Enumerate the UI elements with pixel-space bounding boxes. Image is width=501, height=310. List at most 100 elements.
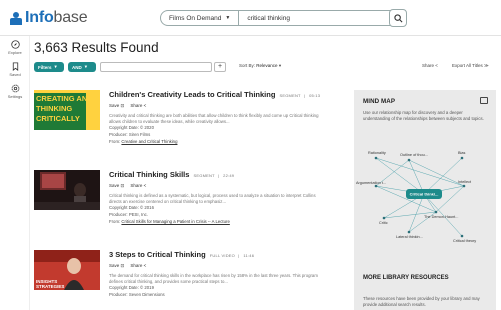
result-type: FULL VIDEO [209, 253, 235, 258]
rail-item-saved[interactable]: Saved [0, 62, 30, 77]
result-thumbnail[interactable] [34, 170, 100, 210]
logo-light: base [53, 9, 88, 26]
share-button[interactable]: Share < [130, 103, 146, 109]
share-label: Share [130, 103, 143, 108]
share-icon: < [143, 263, 147, 268]
result-item: INSIGHTS STRATEGIES 3 Steps to Critical … [34, 250, 319, 310]
result-from: From: Critical Skills for Managing a Pat… [109, 219, 319, 226]
save-button[interactable]: Save ⊡ [109, 103, 124, 109]
result-info: Critical Thinking Skills SEGMENT | 22:49… [109, 170, 319, 225]
results-count-title: 3,663 Results Found [34, 40, 159, 55]
thumbnail-graphic: CREATING AN THINKING CRITICALLY [34, 90, 100, 130]
mind-map-node[interactable]: Critical theory [453, 239, 476, 243]
left-rail: Explore Saved Settings [0, 36, 30, 310]
sort-by-select[interactable]: Sort By: Relevance ▾ [239, 63, 281, 69]
from-label: From: [109, 138, 121, 144]
search-input[interactable] [239, 11, 404, 25]
result-info: Children's Creativity Leads to Critical … [109, 90, 321, 145]
filter-bar: Filters ▾ AND ▾ + Sort By: Relevance ▾ Sha… [34, 62, 501, 74]
sort-value: Relevance [256, 63, 278, 68]
mind-map-description: Use our relationship map for discovery a… [363, 110, 484, 121]
mind-map-center-label: Critical thinki... [410, 192, 439, 197]
result-duration: 11:46 [243, 253, 255, 258]
filter-input[interactable] [100, 62, 212, 72]
result-info: 3 Steps to Critical Thinking FULL VIDEO … [109, 250, 319, 299]
save-button[interactable]: Save ⊡ [109, 263, 124, 269]
mind-map-node[interactable]: Intellect [458, 180, 472, 184]
result-item: CREATING AN THINKING CRITICALLY Children… [34, 90, 321, 150]
mind-map-node[interactable]: Outline of thou... [400, 153, 428, 157]
mind-map-node[interactable]: Rationality [368, 151, 386, 155]
thumb-text-line-2: STRATEGIES [36, 284, 64, 289]
search-button[interactable] [389, 9, 407, 27]
add-filter-button[interactable]: + [214, 62, 226, 72]
share-icon: < [143, 103, 147, 108]
save-label: Save [109, 263, 120, 268]
result-copyright: Copyright Date: © 2019 [109, 285, 154, 291]
infobase-logo[interactable]: Infobase [10, 9, 88, 27]
result-producer: Producer: PESI, Inc. [109, 212, 148, 217]
from-link[interactable]: Creative and Critical Thinking [121, 139, 177, 144]
search-scope-label: Films On Demand [169, 14, 222, 22]
chevron-down-icon: ▾ [54, 64, 57, 69]
result-description: The demand for critical thinking skills … [109, 273, 318, 285]
export-all-button[interactable]: Export All Titles ≫ [452, 63, 489, 69]
result-title[interactable]: Critical Thinking Skills [109, 170, 189, 179]
share-label: Share [422, 63, 435, 68]
more-resources-description: These resources have been provided by yo… [363, 296, 480, 307]
result-title[interactable]: Children's Creativity Leads to Critical … [109, 90, 275, 99]
share-icon: < [435, 63, 438, 68]
save-button[interactable]: Save ⊡ [109, 183, 124, 189]
share-button[interactable]: Share < [130, 183, 146, 189]
thumb-text-line-1: CREATING AN [36, 94, 87, 103]
export-label: Export All Titles [452, 63, 483, 68]
share-results-button[interactable]: Share < [422, 63, 438, 68]
share-button[interactable]: Share < [130, 263, 146, 269]
rail-item-settings[interactable]: Settings [0, 84, 30, 99]
chevron-down-icon: ▾ [84, 64, 88, 69]
thumbnail-graphic: INSIGHTS STRATEGIES [34, 250, 100, 290]
thumbnail-graphic [34, 170, 100, 210]
and-operator-select[interactable]: AND ▾ [68, 62, 96, 72]
result-actions: Save ⊡ Share < [109, 103, 319, 109]
expand-icon[interactable] [480, 97, 488, 104]
chevron-down-icon: ▾ [278, 63, 282, 68]
bookmark-icon: ⊡ [120, 183, 125, 188]
rail-item-explore[interactable]: Explore [0, 40, 30, 55]
bookmark-icon [12, 62, 18, 71]
mind-map-node[interactable]: Argumentation t... [356, 181, 386, 185]
result-copyright: Copyright Date: © 2020 [109, 125, 154, 131]
result-type: SEGMENT [279, 93, 301, 98]
gear-icon [11, 84, 19, 93]
result-actions: Save ⊡ Share < [109, 263, 319, 269]
result-type: SEGMENT [193, 173, 215, 178]
export-icon: ≫ [484, 63, 489, 68]
result-title-row: 3 Steps to Critical Thinking FULL VIDEO … [109, 250, 255, 259]
result-title[interactable]: 3 Steps to Critical Thinking [109, 250, 206, 259]
result-actions: Save ⊡ Share < [109, 183, 319, 189]
save-label: Save [109, 103, 120, 108]
from-link[interactable]: Critical Skills for Managing a Patient i… [121, 219, 229, 224]
filters-label: Filters [38, 64, 52, 70]
thumb-text-line-2: THINKING [36, 104, 72, 113]
share-label: Share [130, 263, 143, 268]
result-title-row: Children's Creativity Leads to Critical … [109, 90, 321, 99]
logo-bold: Info [25, 9, 54, 26]
result-thumbnail[interactable]: INSIGHTS STRATEGIES [34, 250, 100, 290]
mind-map-graph[interactable]: Rationality Outline of thou... Bias Argu… [354, 132, 496, 262]
mind-map-node[interactable]: Critic [379, 221, 388, 225]
rail-label-saved: Saved [9, 72, 21, 77]
mind-map-node[interactable]: The Demon-Haunt... [424, 215, 458, 219]
share-label: Share [130, 183, 143, 188]
mind-map-node[interactable]: Lateral thinkin... [396, 235, 423, 239]
result-duration: 22:49 [223, 173, 235, 178]
result-thumbnail[interactable]: CREATING AN THINKING CRITICALLY [34, 90, 100, 130]
mind-map-title: MIND MAP [363, 98, 396, 105]
result-title-row: Critical Thinking Skills SEGMENT | 22:49 [109, 170, 235, 179]
result-duration: 05:13 [309, 93, 321, 98]
filters-button[interactable]: Filters ▾ [34, 62, 64, 72]
top-header: Infobase Films On Demand ▼ [0, 0, 501, 36]
from-label: From: [109, 218, 121, 224]
search-scope-select[interactable]: Films On Demand ▼ [161, 11, 240, 25]
mind-map-node[interactable]: Bias [458, 151, 465, 155]
